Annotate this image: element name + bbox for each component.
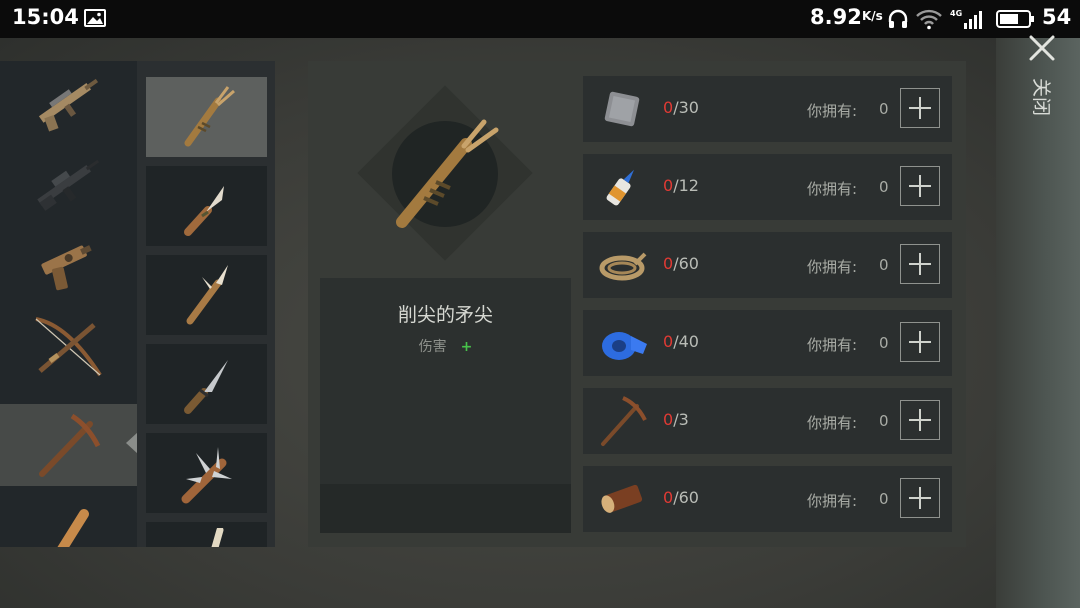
add-button[interactable] [900,166,940,206]
requirement-row: 0/3 你拥有: 0 [583,388,952,454]
rope-icon [599,252,647,281]
weapon-category-list[interactable] [0,61,137,547]
svg-text:4G: 4G [950,9,962,18]
pickaxe-icon [601,396,647,446]
damage-plus: + [460,339,473,355]
item-info-footer [320,484,571,533]
battery-icon [996,10,1034,28]
owned-label: 你拥有: [807,492,858,510]
requirement-row: 0/30 你拥有: 0 [583,76,952,142]
owned-value: 0 [879,334,889,352]
requirement-row: 0/12 你拥有: 0 [583,154,952,220]
add-button[interactable] [900,478,940,518]
crossbow-icon [35,317,102,377]
add-button[interactable] [900,400,940,440]
requirement-count: 0/30 [663,98,699,117]
status-bar: 15:04 8.92 K/s 4G 54 [0,0,1080,38]
category-pistol[interactable] [0,225,137,307]
glue-bottle-icon [606,169,635,206]
owned-label: 你拥有: [807,336,858,354]
category-pickaxe[interactable] [0,404,137,486]
close-button[interactable]: 关闭 [1018,30,1068,130]
pickaxe-icon [39,413,101,477]
owned-value: 0 [879,100,889,118]
owned-label: 你拥有: [807,258,858,276]
owned-value: 0 [879,412,889,430]
bat-icon [57,509,89,547]
pistol-icon [41,245,92,291]
headset-icon [888,9,908,28]
add-button[interactable] [900,322,940,362]
blue-tape-icon [602,332,647,360]
weapon-item-list[interactable] [137,61,275,547]
item-spiked-club[interactable] [146,433,267,513]
wood-log-icon [601,484,643,513]
category-crossbow[interactable] [0,307,137,389]
bone-spear-icon [186,265,228,325]
add-button[interactable] [900,88,940,128]
category-assault-rifle[interactable] [0,61,137,143]
sharpened-spear-preview-icon [396,119,499,228]
requirement-row: 0/60 你拥有: 0 [583,466,952,532]
knife-icon [184,360,228,414]
status-battery-level: 54 [1042,5,1072,29]
bone-item-icon [211,528,224,547]
damage-row: 伤害 + [320,336,571,356]
assault-rifle-icon [38,78,99,132]
owned-value: 0 [879,178,889,196]
owned-value: 0 [879,256,889,274]
status-time: 15:04 [12,5,79,29]
requirement-count: 0/3 [663,410,689,429]
signal-4g-icon: 4G [950,9,982,29]
requirement-row: 0/60 你拥有: 0 [583,232,952,298]
close-label: 关闭 [1030,78,1052,117]
m16-rifle-icon [37,159,100,211]
status-speed: 8.92 [810,5,862,29]
item-sharpened-spear[interactable] [146,77,267,157]
requirement-count: 0/60 [663,254,699,273]
owned-label: 你拥有: [807,414,858,432]
item-bone-spear[interactable] [146,255,267,335]
gallery-icon [84,9,106,27]
add-button[interactable] [900,244,940,284]
status-speed-unit: K/s [862,9,883,23]
item-name: 削尖的矛尖 [397,304,493,326]
spiked-club-icon [181,447,232,504]
requirement-row: 0/40 你拥有: 0 [583,310,952,376]
bone-knife-icon [184,186,224,236]
owned-label: 你拥有: [807,102,858,120]
owned-label: 你拥有: [807,180,858,198]
category-m16-rifle[interactable] [0,143,137,225]
close-icon [1029,35,1055,61]
category-bat[interactable] [0,486,137,547]
metal-plate-icon [604,91,640,127]
item-bone-knife[interactable] [146,166,267,246]
requirement-count: 0/40 [663,332,699,351]
damage-label: 伤害 [418,339,447,355]
wifi-icon [916,9,942,30]
owned-value: 0 [879,490,889,508]
requirement-count: 0/12 [663,176,699,195]
item-knife[interactable] [146,344,267,424]
item-bone-item[interactable] [146,522,267,547]
sharpened-spear-icon [184,86,235,147]
requirement-count: 0/60 [663,488,699,507]
